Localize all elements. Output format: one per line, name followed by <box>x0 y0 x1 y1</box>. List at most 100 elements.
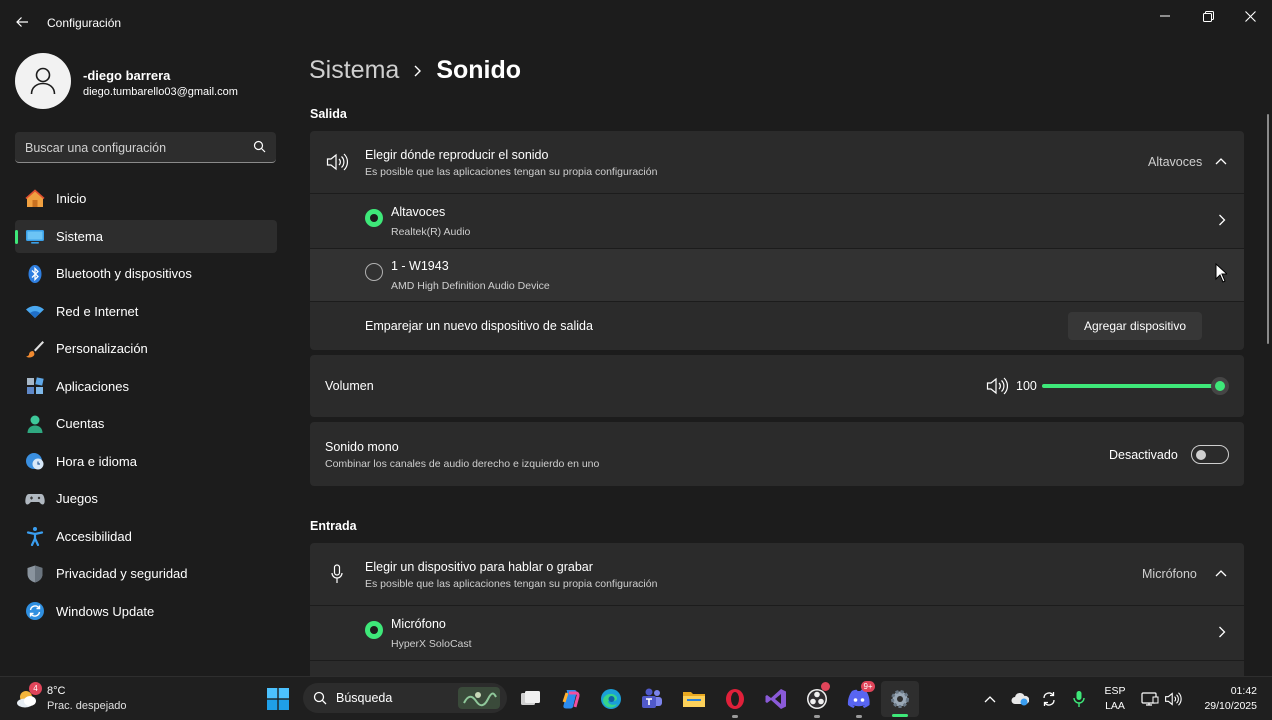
sidebar-item-red[interactable]: Red e Internet <box>15 295 277 329</box>
edge-button[interactable] <box>597 685 625 713</box>
input-chooser-subtitle: Es posible que las aplicaciones tengan s… <box>365 578 658 590</box>
title-bar: Configuración <box>0 0 1272 44</box>
visual-studio-button[interactable] <box>762 685 790 713</box>
clock-time[interactable]: 01:42 <box>1231 685 1257 697</box>
volume-slider-track[interactable] <box>1042 384 1220 388</box>
sidebar-item-label: Windows Update <box>56 603 155 619</box>
language-bottom[interactable]: LAA <box>1101 700 1129 712</box>
settings-taskbar-button[interactable] <box>881 681 919 717</box>
close-icon <box>1244 10 1256 22</box>
search-highlight-icon <box>458 687 500 709</box>
visual-studio-icon <box>765 689 786 709</box>
restore-icon <box>1202 10 1214 22</box>
mono-subtitle: Combinar los canales de audio derecho e … <box>325 458 600 470</box>
sidebar-item-cuentas[interactable]: Cuentas <box>15 407 277 441</box>
obs-button[interactable] <box>803 682 831 718</box>
output-selected-value: Altavoces <box>1148 155 1203 169</box>
file-explorer-button[interactable] <box>680 685 708 713</box>
active-indicator <box>15 229 18 244</box>
radio-selected[interactable] <box>365 621 383 639</box>
cloud-sync-icon <box>1011 692 1029 706</box>
accessibility-icon <box>25 526 45 547</box>
output-chooser-subtitle: Es posible que las aplicaciones tengan s… <box>365 166 658 178</box>
breadcrumb-parent[interactable]: Sistema <box>309 56 399 85</box>
windows-start-icon <box>267 688 289 710</box>
weather-badge: 4 <box>29 682 42 695</box>
microphone-tray-button[interactable] <box>1065 685 1093 713</box>
speaker-icon[interactable] <box>986 377 1008 395</box>
onedrive-tray-button[interactable] <box>1006 685 1034 713</box>
sidebar-item-label: Hora e idioma <box>56 453 137 469</box>
clock-date[interactable]: 29/10/2025 <box>1204 700 1257 712</box>
sidebar-item-aplicaciones[interactable]: Aplicaciones <box>15 370 277 404</box>
teams-button[interactable] <box>638 685 666 713</box>
taskbar: 4 8°C Prac. despejado Búsqueda 9+ ESP LA… <box>0 676 1272 720</box>
chevron-up-icon[interactable] <box>1215 157 1227 165</box>
section-title-entrada: Entrada <box>310 519 357 533</box>
output-device-card: Elegir dónde reproducir el sonido Es pos… <box>310 131 1244 350</box>
add-device-button[interactable]: Agregar dispositivo <box>1068 312 1202 340</box>
taskbar-search[interactable]: Búsqueda <box>303 683 507 713</box>
divider <box>310 660 1244 661</box>
bluetooth-icon <box>25 264 45 284</box>
sidebar-item-bluetooth[interactable]: Bluetooth y dispositivos <box>15 257 277 291</box>
person-icon <box>25 414 45 434</box>
sync-tray-button[interactable] <box>1035 685 1063 713</box>
output-device-row[interactable]: Altavoces Realtek(R) Audio <box>310 194 1244 248</box>
avatar[interactable] <box>15 53 71 109</box>
volume-tray-button[interactable] <box>1159 685 1187 713</box>
sidebar: -diego barrera diego.tumbarello03@gmail.… <box>0 44 290 676</box>
discord-button[interactable]: 9+ <box>845 681 875 718</box>
refresh-icon <box>1043 692 1055 706</box>
main-content: Sistema Sonido Salida Elegir dónde repro… <box>309 44 1245 676</box>
radio-selected[interactable] <box>365 209 383 227</box>
input-device-card: Elegir un dispositivo para hablar o grab… <box>310 543 1244 676</box>
edge-icon <box>601 689 621 709</box>
sidebar-item-hora[interactable]: Hora e idioma <box>15 445 277 479</box>
start-button[interactable] <box>264 685 292 713</box>
mono-toggle[interactable] <box>1191 445 1229 464</box>
mouse-cursor-icon <box>1215 263 1227 283</box>
input-device-row[interactable]: Micrófono HyperX SoloCast <box>310 606 1244 660</box>
close-button[interactable] <box>1228 0 1272 32</box>
sidebar-item-windows-update[interactable]: Windows Update <box>15 595 277 629</box>
sidebar-item-inicio[interactable]: Inicio <box>15 182 277 216</box>
discord-badge: 9+ <box>861 681 875 692</box>
device-detail: AMD High Definition Audio Device <box>391 280 550 292</box>
tray-overflow-button[interactable] <box>976 685 1004 713</box>
restore-button[interactable] <box>1186 0 1230 32</box>
microphone-icon <box>1073 691 1085 707</box>
output-chooser-header[interactable]: Elegir dónde reproducir el sonido Es pos… <box>310 131 1244 193</box>
task-view-button[interactable] <box>517 685 545 713</box>
input-chooser-title: Elegir un dispositivo para hablar o grab… <box>365 560 593 574</box>
sidebar-item-personalizacion[interactable]: Personalización <box>15 332 277 366</box>
input-chooser-header[interactable]: Elegir un dispositivo para hablar o grab… <box>310 543 1244 605</box>
sidebar-item-juegos[interactable]: Juegos <box>15 482 277 516</box>
volume-slider-thumb[interactable] <box>1211 377 1229 395</box>
taskbar-search-label: Búsqueda <box>336 691 393 705</box>
sidebar-item-label: Aplicaciones <box>56 378 129 394</box>
copilot-button[interactable] <box>557 685 585 713</box>
chevron-up-icon[interactable] <box>1215 569 1227 577</box>
section-title-salida: Salida <box>310 107 347 121</box>
radio-unselected[interactable] <box>365 263 383 281</box>
sidebar-item-sistema[interactable]: Sistema <box>15 219 277 253</box>
scrollbar[interactable] <box>1267 114 1269 344</box>
output-device-row[interactable]: 1 - W1943 AMD High Definition Audio Devi… <box>310 249 1244 301</box>
device-detail: Realtek(R) Audio <box>391 226 471 238</box>
input-selected-value: Micrófono <box>1142 567 1197 581</box>
sidebar-item-privacidad[interactable]: Privacidad y seguridad <box>15 557 277 591</box>
opera-button[interactable] <box>721 685 749 718</box>
chevron-right-icon[interactable] <box>1218 214 1226 226</box>
chevron-right-icon[interactable] <box>1218 626 1226 638</box>
back-button[interactable] <box>8 8 36 36</box>
minimize-icon <box>1160 15 1170 17</box>
language-top[interactable]: ESP <box>1101 685 1129 697</box>
volume-label: Volumen <box>325 379 374 393</box>
sidebar-item-accesibilidad[interactable]: Accesibilidad <box>15 520 277 554</box>
minimize-button[interactable] <box>1143 0 1187 32</box>
speaker-icon <box>1165 692 1182 706</box>
search-input[interactable]: Buscar una configuración <box>15 132 276 163</box>
sidebar-item-label: Bluetooth y dispositivos <box>56 266 192 282</box>
weather-widget[interactable]: 4 <box>14 682 42 712</box>
